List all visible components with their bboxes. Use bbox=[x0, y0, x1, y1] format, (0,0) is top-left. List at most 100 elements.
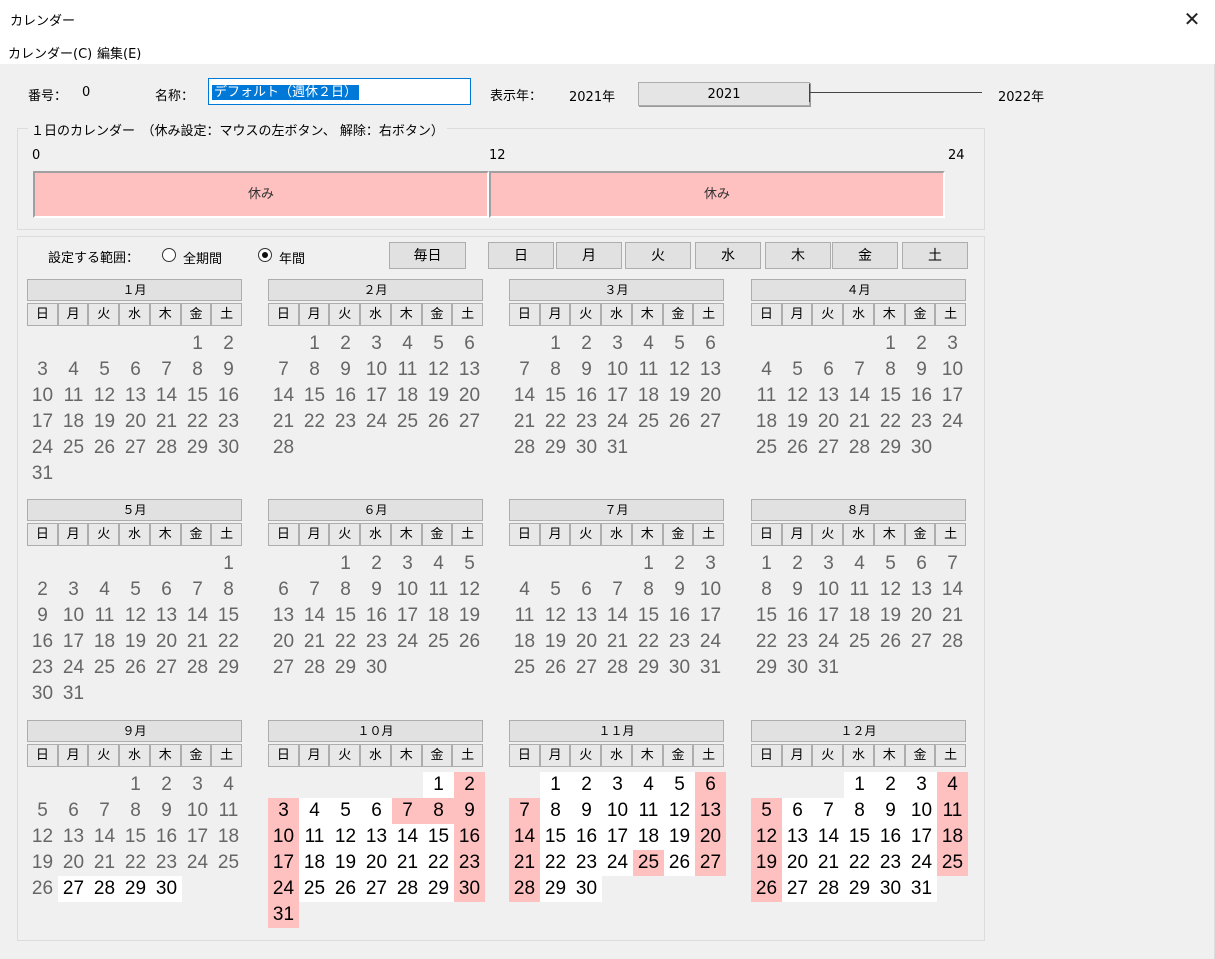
day-cell[interactable]: 21 bbox=[844, 409, 875, 435]
day-cell[interactable]: 27 bbox=[813, 435, 844, 461]
day-cell[interactable]: 12 bbox=[540, 603, 571, 629]
weekday-header[interactable]: 日 bbox=[751, 523, 782, 546]
weekday-header[interactable]: 水 bbox=[843, 744, 874, 767]
day-cell[interactable]: 4 bbox=[213, 772, 244, 798]
weekday-header[interactable]: 水 bbox=[119, 523, 150, 546]
day-cell[interactable]: 14 bbox=[509, 824, 540, 850]
weekday-header[interactable]: 木 bbox=[149, 303, 181, 326]
day-cell[interactable]: 17 bbox=[58, 629, 89, 655]
day-cell[interactable]: 14 bbox=[299, 603, 330, 629]
mon-button[interactable]: 月 bbox=[556, 242, 622, 269]
day-cell[interactable]: 6 bbox=[151, 577, 182, 603]
day-cell[interactable]: 1 bbox=[875, 331, 906, 357]
day-cell[interactable]: 31 bbox=[695, 655, 726, 681]
day-cell[interactable]: 14 bbox=[509, 383, 540, 409]
day-cell[interactable]: 13 bbox=[695, 357, 726, 383]
day-cell[interactable]: 31 bbox=[27, 461, 58, 487]
day-cell[interactable]: 25 bbox=[937, 850, 968, 876]
day-cell[interactable]: 21 bbox=[813, 850, 844, 876]
day-cell[interactable]: 13 bbox=[58, 824, 89, 850]
day-cell[interactable]: 25 bbox=[844, 629, 875, 655]
day-cell[interactable]: 18 bbox=[213, 824, 244, 850]
day-cell[interactable]: 2 bbox=[151, 772, 182, 798]
day-cell[interactable]: 22 bbox=[751, 629, 782, 655]
weekday-header[interactable]: 火 bbox=[88, 303, 120, 326]
day-cell[interactable]: 26 bbox=[540, 655, 571, 681]
day-cell[interactable]: 31 bbox=[906, 876, 937, 902]
day-cell[interactable]: 23 bbox=[151, 850, 182, 876]
day-cell[interactable]: 3 bbox=[813, 551, 844, 577]
menu-calendar[interactable]: カレンダー(C) bbox=[8, 43, 92, 62]
day-cell[interactable]: 23 bbox=[330, 409, 361, 435]
weekday-header[interactable]: 月 bbox=[298, 523, 330, 546]
day-cell[interactable]: 18 bbox=[299, 850, 330, 876]
day-cell[interactable]: 20 bbox=[571, 629, 602, 655]
day-cell[interactable]: 21 bbox=[937, 603, 968, 629]
day-cell[interactable]: 1 bbox=[633, 551, 664, 577]
day-cell[interactable]: 16 bbox=[664, 603, 695, 629]
day-cell[interactable]: 15 bbox=[844, 824, 875, 850]
day-cell[interactable]: 10 bbox=[813, 577, 844, 603]
day-cell[interactable]: 25 bbox=[89, 655, 120, 681]
day-cell[interactable]: 26 bbox=[664, 850, 695, 876]
day-cell[interactable]: 22 bbox=[182, 409, 213, 435]
day-cell[interactable]: 17 bbox=[268, 850, 299, 876]
weekday-header[interactable]: 金 bbox=[904, 523, 936, 546]
day-cell[interactable]: 30 bbox=[571, 435, 602, 461]
weekday-header[interactable]: 日 bbox=[751, 303, 782, 326]
day-cell[interactable]: 5 bbox=[664, 331, 695, 357]
day-cell[interactable]: 7 bbox=[89, 798, 120, 824]
weekday-header[interactable]: 木 bbox=[631, 744, 663, 767]
weekday-header[interactable]: 火 bbox=[570, 523, 602, 546]
day-cell[interactable]: 11 bbox=[423, 577, 454, 603]
weekday-header[interactable]: 木 bbox=[390, 303, 422, 326]
day-cell[interactable]: 7 bbox=[937, 551, 968, 577]
day-cell[interactable]: 5 bbox=[423, 331, 454, 357]
day-cell[interactable]: 24 bbox=[602, 409, 633, 435]
weekday-header[interactable]: 木 bbox=[873, 523, 905, 546]
day-cell[interactable]: 2 bbox=[330, 331, 361, 357]
day-cell[interactable]: 19 bbox=[330, 850, 361, 876]
day-cell[interactable]: 10 bbox=[906, 798, 937, 824]
day-cell[interactable]: 7 bbox=[268, 357, 299, 383]
day-cell[interactable]: 18 bbox=[392, 383, 423, 409]
day-cell[interactable]: 31 bbox=[58, 681, 89, 707]
day-cell[interactable]: 20 bbox=[120, 409, 151, 435]
day-cell[interactable]: 19 bbox=[751, 850, 782, 876]
weekday-header[interactable]: 金 bbox=[421, 523, 453, 546]
day-cell[interactable]: 6 bbox=[782, 798, 813, 824]
day-cell[interactable]: 26 bbox=[89, 435, 120, 461]
day-cell[interactable]: 31 bbox=[602, 435, 633, 461]
day-cell[interactable]: 27 bbox=[782, 876, 813, 902]
day-cell[interactable]: 24 bbox=[182, 850, 213, 876]
day-cell[interactable]: 10 bbox=[27, 383, 58, 409]
day-cell[interactable]: 4 bbox=[423, 551, 454, 577]
day-cell[interactable]: 29 bbox=[633, 655, 664, 681]
day-cell[interactable]: 4 bbox=[844, 551, 875, 577]
month-header[interactable]: １０月 bbox=[268, 720, 483, 742]
weekday-header[interactable]: 金 bbox=[180, 744, 212, 767]
day-cell[interactable]: 28 bbox=[813, 876, 844, 902]
day-cell[interactable]: 20 bbox=[58, 850, 89, 876]
day-cell[interactable]: 27 bbox=[571, 655, 602, 681]
day-cell[interactable]: 15 bbox=[299, 383, 330, 409]
day-cell[interactable]: 1 bbox=[540, 772, 571, 798]
day-cell[interactable]: 28 bbox=[89, 876, 120, 902]
day-cell[interactable]: 21 bbox=[151, 409, 182, 435]
day-cell[interactable]: 28 bbox=[509, 435, 540, 461]
day-cell[interactable]: 27 bbox=[695, 409, 726, 435]
day-cell[interactable]: 21 bbox=[509, 409, 540, 435]
day-cell[interactable]: 3 bbox=[602, 772, 633, 798]
day-cell[interactable]: 31 bbox=[268, 902, 299, 928]
day-cell[interactable]: 23 bbox=[664, 629, 695, 655]
day-cell[interactable]: 27 bbox=[151, 655, 182, 681]
day-cell[interactable]: 23 bbox=[571, 850, 602, 876]
day-cell[interactable]: 22 bbox=[330, 629, 361, 655]
weekday-header[interactable]: 日 bbox=[27, 523, 58, 546]
weekday-header[interactable]: 月 bbox=[781, 744, 813, 767]
day-cell[interactable]: 13 bbox=[268, 603, 299, 629]
day-cell[interactable]: 5 bbox=[330, 798, 361, 824]
day-block-pm[interactable]: 休み bbox=[489, 171, 945, 218]
day-cell[interactable]: 30 bbox=[27, 681, 58, 707]
weekday-header[interactable]: 火 bbox=[570, 744, 602, 767]
